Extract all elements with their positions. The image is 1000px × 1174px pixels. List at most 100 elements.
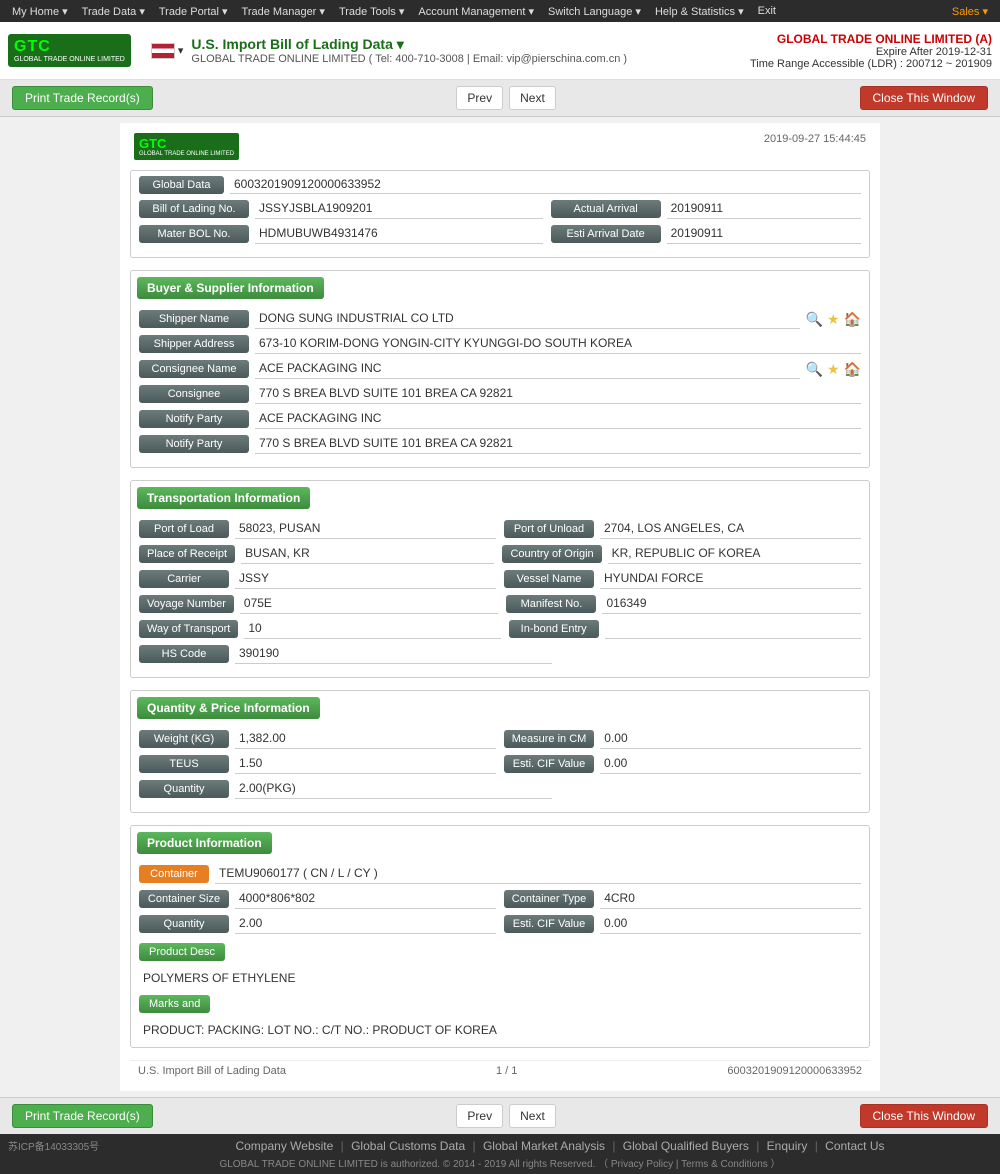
nav-switch-language[interactable]: Switch Language ▾ bbox=[542, 3, 647, 20]
hs-code-label: HS Code bbox=[139, 645, 229, 663]
inbond-label: In-bond Entry bbox=[509, 620, 599, 638]
transportation-header: Transportation Information bbox=[137, 487, 310, 509]
consignee-label: Consignee bbox=[139, 385, 249, 403]
record-footer-left: U.S. Import Bill of Lading Data bbox=[138, 1065, 286, 1077]
global-data-body: Global Data 6003201909120000633952 Bill … bbox=[131, 171, 869, 257]
product-desc-button[interactable]: Product Desc bbox=[139, 943, 225, 961]
container-value: TEMU9060177 ( CN / L / CY ) bbox=[215, 864, 861, 884]
record-logo-box: GTC GLOBAL TRADE ONLINE LIMITED bbox=[134, 133, 239, 160]
nav-trade-tools[interactable]: Trade Tools ▾ bbox=[333, 3, 410, 20]
prev-button-top[interactable]: Prev bbox=[456, 86, 503, 110]
product-esti-cif-label: Esti. CIF Value bbox=[504, 915, 594, 933]
container-type-value: 4CR0 bbox=[600, 889, 861, 909]
top-navigation: My Home ▾ Trade Data ▾ Trade Portal ▾ Tr… bbox=[0, 0, 1000, 22]
footer-top-row: 苏ICP备14033305号 Company Website | Global … bbox=[8, 1138, 992, 1153]
logo-area: GTC GLOBAL TRADE ONLINE LIMITED bbox=[8, 34, 131, 67]
marks-btn-area: Marks and bbox=[139, 991, 861, 1017]
next-button-top[interactable]: Next bbox=[509, 86, 556, 110]
footer-copyright: GLOBAL TRADE ONLINE LIMITED is authorize… bbox=[8, 1155, 992, 1170]
consignee-home-icon[interactable]: 🏠 bbox=[844, 361, 861, 378]
next-button-bottom[interactable]: Next bbox=[509, 1104, 556, 1128]
place-receipt-row: Place of Receipt BUSAN, KR Country of Or… bbox=[139, 544, 861, 564]
record-logo-sub: GLOBAL TRADE ONLINE LIMITED bbox=[139, 151, 234, 157]
flag-area: ▾ bbox=[151, 43, 184, 59]
port-unload-value: 2704, LOS ANGELES, CA bbox=[600, 519, 861, 539]
header-contact: GLOBAL TRADE ONLINE LIMITED ( Tel: 400-7… bbox=[191, 53, 750, 65]
nav-trade-manager[interactable]: Trade Manager ▾ bbox=[236, 3, 331, 20]
consignee-star-icon[interactable]: ★ bbox=[827, 361, 840, 378]
notify-party-label: Notify Party bbox=[139, 410, 249, 428]
consignee-search-icon[interactable]: 🔍 bbox=[806, 361, 823, 378]
notify-party2-value: 770 S BREA BLVD SUITE 101 BREA CA 92821 bbox=[255, 434, 861, 454]
nav-exit[interactable]: Exit bbox=[752, 3, 782, 20]
product-quantity-value: 2.00 bbox=[235, 914, 496, 934]
close-window-button-top[interactable]: Close This Window bbox=[860, 86, 988, 110]
quantity-label: Quantity bbox=[139, 780, 229, 798]
nav-trade-portal[interactable]: Trade Portal ▾ bbox=[153, 3, 234, 20]
way-transport-label: Way of Transport bbox=[139, 620, 238, 638]
master-bol-label: Mater BOL No. bbox=[139, 225, 249, 243]
actual-arrival-value: 20190911 bbox=[667, 199, 861, 219]
header-company: GLOBAL TRADE ONLINE LIMITED (A) bbox=[750, 32, 992, 46]
global-data-label: Global Data bbox=[139, 176, 224, 194]
print-record-button-bottom[interactable]: Print Trade Record(s) bbox=[12, 1104, 153, 1128]
teus-row: TEUS 1.50 Esti. CIF Value 0.00 bbox=[139, 754, 861, 774]
footer-link-contact[interactable]: Contact Us bbox=[825, 1139, 884, 1153]
hs-code-row: HS Code 390190 bbox=[139, 644, 861, 664]
place-receipt-label: Place of Receipt bbox=[139, 545, 235, 563]
global-data-section: Global Data 6003201909120000633952 Bill … bbox=[130, 170, 870, 258]
container-size-value: 4000*806*802 bbox=[235, 889, 496, 909]
footer-link-company[interactable]: Company Website bbox=[235, 1139, 333, 1153]
weight-value: 1,382.00 bbox=[235, 729, 496, 749]
consignee-icons: 🔍 ★ 🏠 bbox=[806, 361, 861, 378]
port-unload-label: Port of Unload bbox=[504, 520, 594, 538]
footer-links-area: Company Website | Global Customs Data | … bbox=[128, 1139, 992, 1153]
marks-text: PRODUCT: PACKING: LOT NO.: C/T NO.: PROD… bbox=[139, 1021, 861, 1039]
print-record-button-top[interactable]: Print Trade Record(s) bbox=[12, 86, 153, 110]
voyage-number-value: 075E bbox=[240, 594, 499, 614]
record-timestamp: 2019-09-27 15:44:45 bbox=[764, 133, 866, 145]
product-quantity-row: Quantity 2.00 Esti. CIF Value 0.00 bbox=[139, 914, 861, 934]
bol-label: Bill of Lading No. bbox=[139, 200, 249, 218]
shipper-name-value: DONG SUNG INDUSTRIAL CO LTD bbox=[255, 309, 800, 329]
quantity-row: Quantity 2.00(PKG) bbox=[139, 779, 861, 799]
record-logo: GTC GLOBAL TRADE ONLINE LIMITED bbox=[134, 133, 254, 160]
bol-value: JSSYJSBLA1909201 bbox=[255, 199, 543, 219]
consignee-name-label: Consignee Name bbox=[139, 360, 249, 378]
esti-cif-label: Esti. CIF Value bbox=[504, 755, 594, 773]
nav-account-management[interactable]: Account Management ▾ bbox=[412, 3, 540, 20]
main-content: GTC GLOBAL TRADE ONLINE LIMITED 2019-09-… bbox=[120, 123, 880, 1091]
flag-separator: ▾ bbox=[178, 44, 184, 57]
shipper-search-icon[interactable]: 🔍 bbox=[806, 311, 823, 328]
notify-party2-label: Notify Party bbox=[139, 435, 249, 453]
master-bol-value: HDMUBUWB4931476 bbox=[255, 224, 543, 244]
footer-link-customs[interactable]: Global Customs Data bbox=[351, 1139, 465, 1153]
product-desc-text: POLYMERS OF ETHYLENE bbox=[139, 969, 861, 987]
bottom-toolbar: Print Trade Record(s) Prev Next Close Th… bbox=[0, 1097, 1000, 1134]
nav-trade-data[interactable]: Trade Data ▾ bbox=[76, 3, 151, 20]
transportation-section: Transportation Information Port of Load … bbox=[130, 480, 870, 678]
shipper-address-label: Shipper Address bbox=[139, 335, 249, 353]
container-row: Container TEMU9060177 ( CN / L / CY ) bbox=[139, 864, 861, 884]
close-window-button-bottom[interactable]: Close This Window bbox=[860, 1104, 988, 1128]
shipper-star-icon[interactable]: ★ bbox=[827, 311, 840, 328]
product-header: Product Information bbox=[137, 832, 272, 854]
footer-link-enquiry[interactable]: Enquiry bbox=[767, 1139, 808, 1153]
prev-button-bottom[interactable]: Prev bbox=[456, 1104, 503, 1128]
voyage-number-row: Voyage Number 075E Manifest No. 016349 bbox=[139, 594, 861, 614]
carrier-row: Carrier JSSY Vessel Name HYUNDAI FORCE bbox=[139, 569, 861, 589]
nav-sales[interactable]: Sales ▾ bbox=[946, 3, 994, 20]
nav-help-statistics[interactable]: Help & Statistics ▾ bbox=[649, 3, 750, 20]
header-bar: GTC GLOBAL TRADE ONLINE LIMITED ▾ U.S. I… bbox=[0, 22, 1000, 80]
buyer-supplier-section: Buyer & Supplier Information Shipper Nam… bbox=[130, 270, 870, 468]
header-time-range: Time Range Accessible (LDR) : 200712 ~ 2… bbox=[750, 58, 992, 70]
shipper-home-icon[interactable]: 🏠 bbox=[844, 311, 861, 328]
global-data-row: Global Data 6003201909120000633952 bbox=[139, 175, 861, 194]
nav-my-home[interactable]: My Home ▾ bbox=[6, 3, 74, 20]
header-middle: U.S. Import Bill of Lading Data ▾ GLOBAL… bbox=[191, 36, 750, 65]
footer-link-buyers[interactable]: Global Qualified Buyers bbox=[623, 1139, 749, 1153]
footer-link-market[interactable]: Global Market Analysis bbox=[483, 1139, 605, 1153]
inbond-value bbox=[605, 619, 861, 639]
marks-button[interactable]: Marks and bbox=[139, 995, 210, 1013]
buyer-supplier-body: Shipper Name DONG SUNG INDUSTRIAL CO LTD… bbox=[131, 305, 869, 467]
